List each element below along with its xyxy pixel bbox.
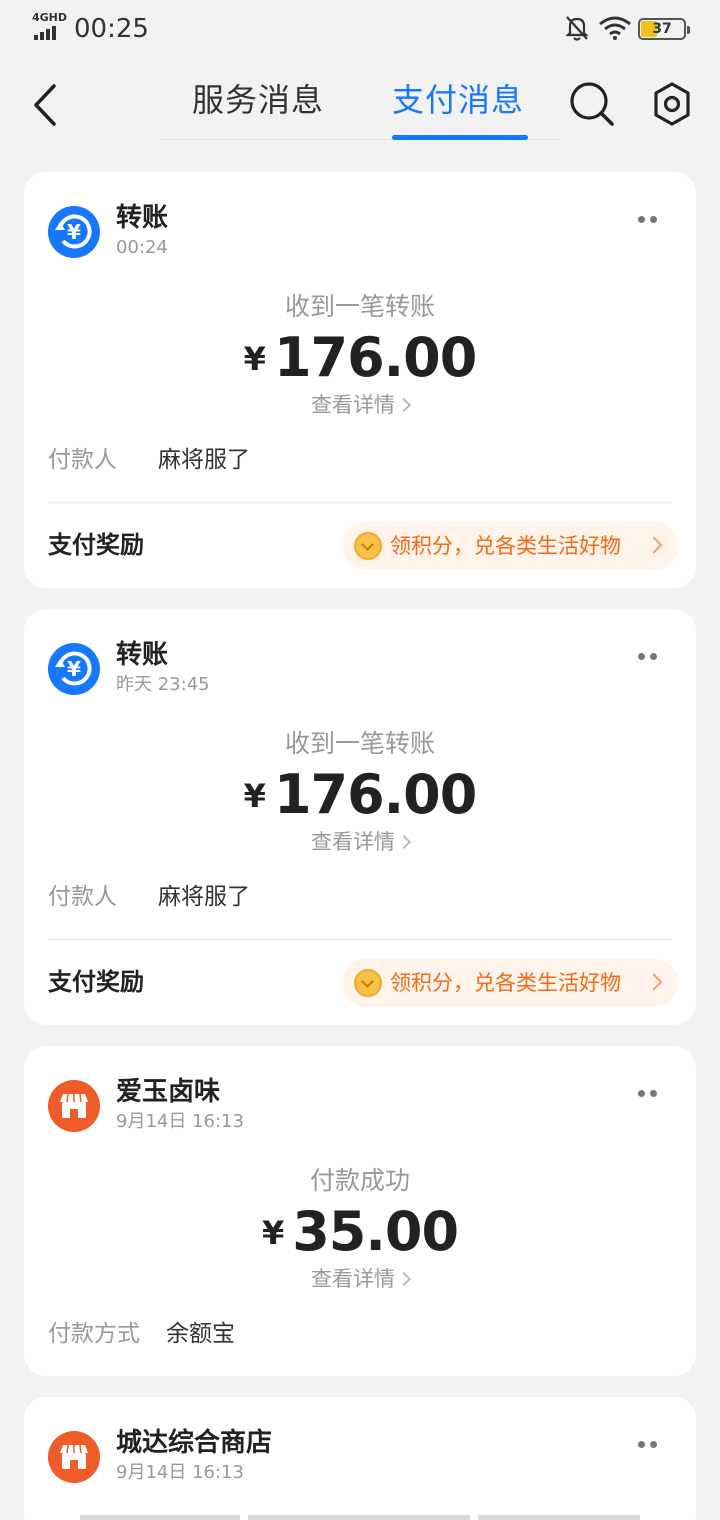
card-title: 转账: [116, 640, 169, 670]
chevron-right-icon: [645, 536, 663, 554]
card-title: 城达综合商店: [116, 1428, 273, 1458]
card-subtitle: 收到一笔转账: [284, 292, 435, 321]
wifi-icon: [599, 16, 631, 40]
chevron-right-icon: [396, 397, 412, 413]
divider: [48, 502, 672, 503]
content-peek: [478, 1515, 640, 1520]
chevron-right-icon: [396, 1271, 412, 1287]
chevron-right-icon: [645, 973, 663, 991]
card-subtitle: 付款成功: [309, 1166, 410, 1195]
view-details-link[interactable]: 查看详情: [24, 1264, 696, 1294]
status-time: 00:25: [74, 14, 149, 44]
more-options-icon[interactable]: [632, 212, 668, 228]
reward-button[interactable]: 领积分，兑各类生活好物: [342, 522, 678, 570]
card-subtitle: 收到一笔转账: [284, 729, 435, 758]
content-peek: [80, 1515, 240, 1520]
network-type: 4GHD: [32, 11, 68, 24]
payer-value: 麻将服了: [158, 884, 250, 910]
reward-button[interactable]: 领积分，兑各类生活好物: [342, 959, 678, 1007]
header: 服务消息 支付消息: [0, 60, 720, 150]
battery-icon: 37: [638, 18, 690, 40]
reward-text: 领积分，兑各类生活好物: [390, 534, 621, 558]
payment-method-label: 付款方式: [48, 1321, 140, 1347]
shop-icon: [48, 1080, 100, 1132]
payer-value: 麻将服了: [158, 447, 250, 473]
svg-text:¥: ¥: [67, 220, 81, 244]
tab-payment-messages[interactable]: 支付消息: [392, 76, 524, 124]
chevron-right-icon: [396, 834, 412, 850]
svg-text:¥: ¥: [67, 657, 81, 681]
yuan-transfer-icon: ¥: [48, 643, 100, 695]
more-options-icon[interactable]: [632, 649, 668, 665]
payment-method-value: 余额宝: [166, 1321, 235, 1347]
reward-text: 领积分，兑各类生活好物: [390, 971, 621, 995]
shop-icon: [48, 1431, 100, 1483]
view-details-link[interactable]: 查看详情: [24, 390, 696, 420]
divider: [48, 939, 672, 940]
battery-level: 37: [652, 21, 672, 37]
search-icon[interactable]: [568, 80, 616, 128]
yuan-transfer-icon: ¥: [48, 206, 100, 258]
payer-label: 付款人: [48, 447, 117, 473]
status-bar: 4GHD 00:25 37: [0, 0, 720, 56]
card-time: 9月14日 16:13: [116, 1111, 244, 1132]
message-card[interactable]: 爱玉卤味 9月14日 16:13 付款成功 ¥35.00 查看详情 付款方式 余…: [24, 1046, 696, 1376]
view-details-link[interactable]: 查看详情: [24, 827, 696, 857]
card-title: 转账: [116, 203, 169, 233]
payment-reward-label: 支付奖励: [48, 968, 144, 996]
gear-icon[interactable]: [650, 80, 694, 128]
more-options-icon[interactable]: [632, 1437, 668, 1453]
coin-icon: [354, 969, 382, 997]
cellular-signal-icon: 4GHD: [32, 12, 68, 42]
content-peek: [248, 1515, 470, 1520]
card-time: 00:24: [116, 237, 168, 258]
payer-label: 付款人: [48, 884, 117, 910]
coin-icon: [354, 532, 382, 560]
card-time: 昨天 23:45: [116, 674, 210, 695]
tab-service-messages[interactable]: 服务消息: [192, 76, 324, 124]
more-options-icon[interactable]: [632, 1086, 668, 1102]
message-card[interactable]: ¥ 转账 00:24 收到一笔转账 ¥176.00 查看详情 付款人 麻将服了 …: [24, 172, 696, 588]
card-title: 爱玉卤味: [116, 1077, 221, 1107]
message-card[interactable]: 城达综合商店 9月14日 16:13: [24, 1397, 696, 1520]
card-time: 9月14日 16:13: [116, 1462, 244, 1483]
message-card[interactable]: ¥ 转账 昨天 23:45 收到一笔转账 ¥176.00 查看详情 付款人 麻将…: [24, 609, 696, 1025]
payment-reward-label: 支付奖励: [48, 531, 144, 559]
active-tab-indicator: [392, 135, 528, 140]
bell-off-icon: [565, 16, 589, 41]
back-arrow-icon[interactable]: [26, 78, 72, 132]
